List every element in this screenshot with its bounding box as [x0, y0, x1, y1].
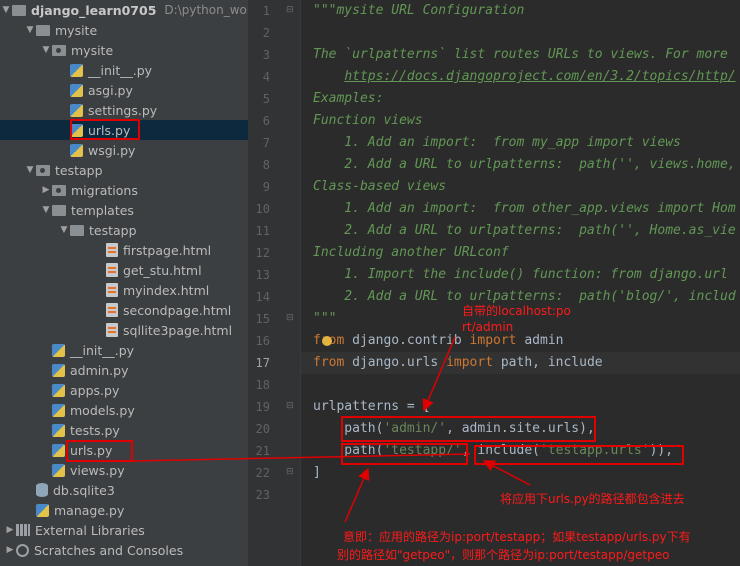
annotation-meaning-line2: 别的路径如"getpeo"，则那个路径为ip:port/testapp/getp… [337, 548, 670, 562]
annotation-admin-line2: rt/admin [462, 320, 514, 334]
annotation-meaning-line1: 意即：应用的路径为ip:port/testapp；如果testapp/urls.… [343, 530, 691, 544]
arrow-urls-to-include [131, 453, 471, 462]
arrow-meaning-note [344, 467, 370, 523]
arrow-admin-note [422, 336, 456, 412]
annotation-arrows [131, 336, 531, 523]
annotation-include: 将应用下urls.py的路径都包含进去 [500, 492, 685, 506]
arrow-include-note [482, 460, 531, 486]
annotation-admin-line1: 自带的localhost:po [462, 304, 571, 318]
